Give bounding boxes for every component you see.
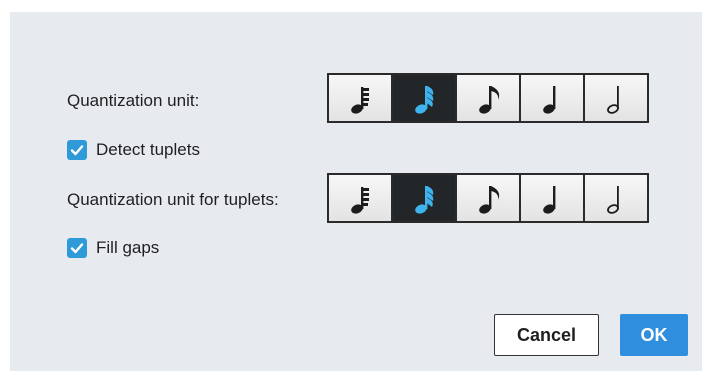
quarter-note-icon: [543, 86, 556, 114]
quantization-option-thirty-second[interactable]: [393, 75, 455, 121]
sixty-fourth-note-icon: [351, 87, 369, 114]
quantization-unit-label: Quantization unit:: [67, 91, 200, 110]
quantization-option-half[interactable]: [585, 75, 647, 121]
eighth-note-icon: [479, 86, 500, 114]
tuplet-quantization-option-eighth[interactable]: [457, 175, 519, 221]
detect-tuplets-checkbox[interactable]: Detect tuplets: [67, 140, 200, 160]
checkmark-icon: [67, 140, 87, 160]
detect-tuplets-label: Detect tuplets: [96, 140, 200, 159]
quantization-option-quarter[interactable]: [521, 75, 583, 121]
tuplet-quantization-unit-selector: [327, 173, 649, 223]
tuplet-quantization-option-sixty-fourth[interactable]: [329, 175, 391, 221]
quarter-note-icon: [543, 186, 556, 214]
cancel-button[interactable]: Cancel: [494, 314, 599, 356]
quantization-option-eighth[interactable]: [457, 75, 519, 121]
fill-gaps-label: Fill gaps: [96, 238, 160, 257]
sixty-fourth-note-icon: [351, 187, 369, 214]
thirty-second-note-icon: [415, 86, 434, 114]
half-note-icon: [607, 86, 619, 114]
thirty-second-note-icon: [415, 186, 434, 214]
tuplet-quantization-option-thirty-second[interactable]: [393, 175, 455, 221]
ok-button[interactable]: OK: [620, 314, 688, 356]
quantization-unit-selector: [327, 73, 649, 123]
quantize-dialog: Quantization unit: Detect tuplets Quanti…: [10, 12, 702, 371]
tuplet-quantization-option-quarter[interactable]: [521, 175, 583, 221]
eighth-note-icon: [479, 186, 500, 214]
tuplet-quantization-unit-label: Quantization unit for tuplets:: [67, 190, 279, 209]
tuplet-quantization-option-half[interactable]: [585, 175, 647, 221]
quantization-option-sixty-fourth[interactable]: [329, 75, 391, 121]
fill-gaps-checkbox[interactable]: Fill gaps: [67, 238, 159, 258]
checkmark-icon: [67, 238, 87, 258]
half-note-icon: [607, 186, 619, 214]
